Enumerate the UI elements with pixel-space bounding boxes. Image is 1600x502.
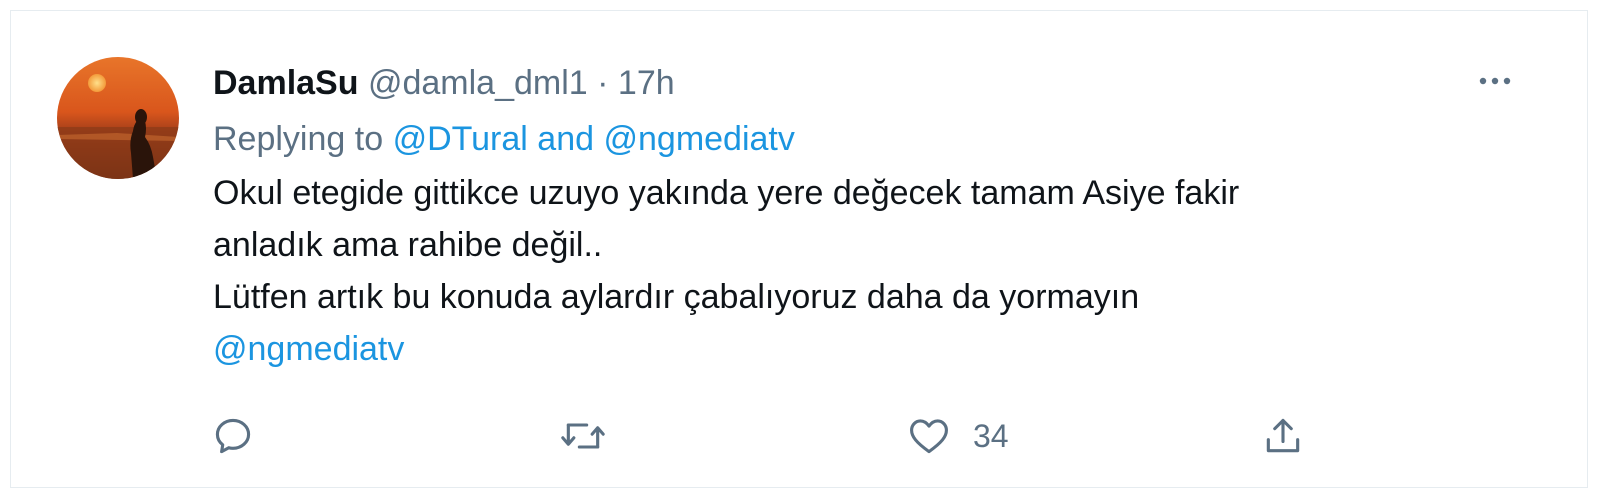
display-name[interactable]: DamlaSu (213, 64, 359, 102)
replying-to-line: Replying to @DTural and @ngmediatv (213, 111, 1543, 167)
avatar-sunset-image (57, 57, 179, 179)
mention-link-ngmediatv[interactable]: @ngmediatv (603, 120, 794, 158)
tweet-timestamp[interactable]: 17h (618, 64, 675, 102)
tweet-body-line-3: Lütfen artık bu konuda aylardır çabalıyo… (213, 278, 1140, 316)
more-options-button[interactable] (1471, 61, 1519, 101)
replying-to-label: Replying to (213, 120, 384, 158)
mention-link-dtural[interactable]: @DTural (393, 120, 528, 158)
share-upload-icon (1266, 418, 1300, 453)
tweet-actions-bar: 34 (211, 411, 1331, 461)
like-count: 34 (973, 417, 1009, 454)
tweet-card[interactable]: DamlaSu @damla_dml1 · 17h Replying to @D… (10, 10, 1588, 488)
tweet-body-line-1: Okul etegide gittikce uzuyo yakında yere… (213, 174, 1240, 212)
tweet-content: DamlaSu @damla_dml1 · 17h Replying to @D… (213, 57, 1543, 375)
tweet-header: DamlaSu @damla_dml1 · 17h (213, 57, 1543, 109)
heart-icon (910, 419, 948, 454)
like-button[interactable]: 34 (907, 411, 1009, 461)
replying-and-label[interactable]: and (537, 120, 594, 158)
reply-bubble-icon (215, 418, 251, 454)
separator-dot: · (597, 64, 609, 102)
user-handle[interactable]: @damla_dml1 (368, 64, 588, 102)
retweet-icon (561, 423, 605, 449)
tweet-body-mention[interactable]: @ngmediatv (213, 323, 1543, 375)
tweet-body: Okul etegide gittikce uzuyo yakında yere… (213, 167, 1543, 375)
share-button[interactable] (1261, 411, 1305, 461)
reply-button[interactable] (211, 411, 255, 461)
avatar[interactable] (57, 57, 179, 179)
tweet-body-line-2: anladık ama rahibe değil.. (213, 226, 603, 264)
retweet-button[interactable] (559, 411, 607, 461)
more-horizontal-icon (1479, 77, 1511, 85)
